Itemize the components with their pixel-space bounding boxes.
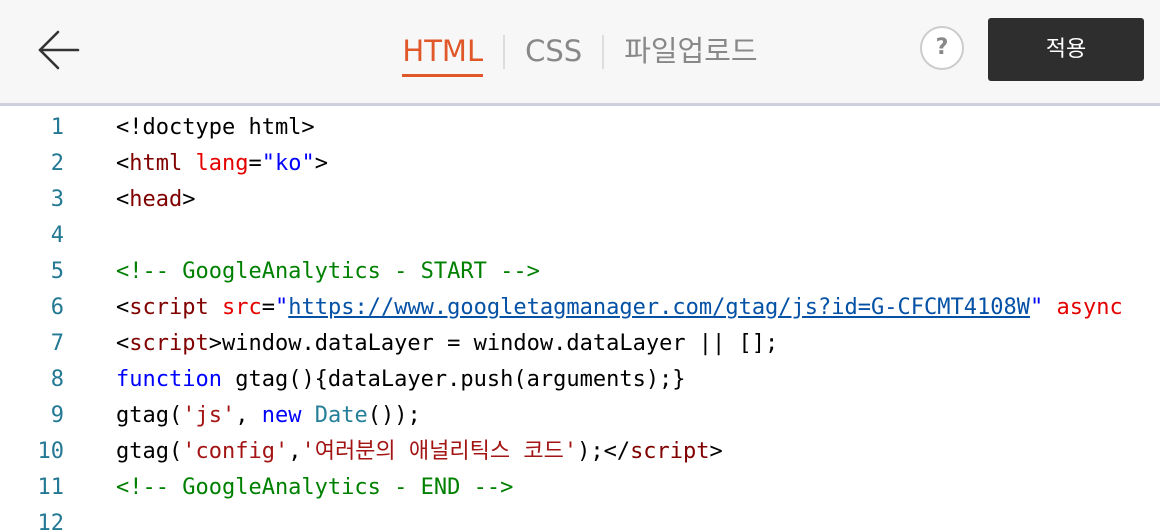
editor-toolbar: HTML CSS 파일업로드 ? 적용 [0, 0, 1160, 106]
code-token: head [129, 187, 183, 212]
code-token: " [1029, 295, 1044, 320]
code-text: <!-- GoogleAnalytics - START --> [116, 254, 540, 290]
line-number: 5 [50, 259, 64, 284]
code-token: script [129, 295, 209, 320]
code-text: <head> [116, 182, 195, 218]
code-line[interactable]: 7 <script>window.dataLayer = window.dataL… [0, 326, 1160, 362]
code-token: <!-- GoogleAnalytics - END --> [116, 475, 514, 500]
code-token: ()); [367, 403, 421, 428]
code-line[interactable]: 3 <head> [0, 182, 1160, 218]
line-number: 9 [50, 403, 64, 428]
code-token: );</ [577, 439, 631, 464]
code-token: gtag( [116, 439, 183, 464]
code-token: new [261, 403, 302, 428]
code-text: <!doctype html> [116, 110, 315, 146]
code-text: <script src="https://www.googletagmanage… [116, 290, 1123, 326]
code-token: function [116, 367, 222, 392]
code-token: > [182, 187, 196, 212]
code-token: '여러분의 애널리틱스 코드' [301, 439, 578, 464]
code-line[interactable]: 10 gtag('config','여러분의 애널리틱스 코드');</scrip… [0, 434, 1160, 470]
code-line[interactable]: 2 <html lang="ko"> [0, 146, 1160, 182]
tab-divider [503, 35, 506, 69]
help-button[interactable]: ? [920, 26, 964, 70]
code-line[interactable]: 4 [0, 218, 1160, 254]
code-token: > [314, 151, 328, 176]
code-line[interactable]: 11 <!-- GoogleAnalytics - END --> [0, 470, 1160, 506]
tab-css[interactable]: CSS [525, 30, 582, 74]
code-editor[interactable]: 1 <!doctype html> 2 <html lang="ko"> 3 <head>… [0, 110, 1160, 530]
code-token: html [129, 151, 183, 176]
line-number: 1 [50, 115, 64, 140]
code-link[interactable]: https://www.googletagmanager.com/gtag/js… [288, 295, 1030, 320]
code-token: , [235, 403, 262, 428]
tab-file-upload[interactable]: 파일업로드 [624, 30, 757, 74]
line-number: 3 [50, 187, 64, 212]
code-line[interactable]: 9 gtag('js', new Date()); [0, 398, 1160, 434]
code-token: <!doctype html> [116, 115, 315, 140]
tab-divider [602, 35, 605, 69]
line-number: 12 [37, 511, 65, 530]
code-token: < [116, 331, 130, 356]
code-token: < [116, 151, 130, 176]
code-token: lang [195, 151, 249, 176]
line-number: 6 [50, 295, 64, 320]
line-number: 4 [50, 223, 64, 248]
code-line[interactable]: 6 <script src="https://www.googletagmanag… [0, 290, 1160, 326]
code-token: script [630, 439, 710, 464]
line-number: 10 [37, 439, 65, 464]
tab-bar: HTML CSS 파일업로드 [0, 30, 1160, 78]
code-line[interactable]: 5 <!-- GoogleAnalytics - START --> [0, 254, 1160, 290]
code-token: src [221, 295, 262, 320]
code-token: async [1056, 295, 1123, 320]
code-token: >window.dataLayer = window.dataLayer || … [208, 331, 779, 356]
code-token: < [116, 187, 130, 212]
line-number: 7 [50, 331, 64, 356]
code-line[interactable]: 12 [0, 506, 1160, 530]
help-icon: ? [935, 35, 949, 60]
code-token: Date [314, 403, 368, 428]
code-text: function gtag(){dataLayer.push(arguments… [116, 362, 686, 398]
code-text: <script>window.dataLayer = window.dataLa… [116, 326, 778, 362]
code-text: <!-- GoogleAnalytics - END --> [116, 470, 513, 506]
code-token: 'js' [182, 403, 236, 428]
code-token: gtag(){dataLayer.push(arguments);} [221, 367, 686, 392]
code-text: <html lang="ko"> [116, 146, 328, 182]
code-token: > [709, 439, 723, 464]
tab-html[interactable]: HTML [402, 30, 484, 77]
line-number: 8 [50, 367, 64, 392]
code-token: gtag( [116, 403, 183, 428]
code-token: <!-- GoogleAnalytics - START --> [116, 259, 540, 284]
code-token: < [116, 295, 130, 320]
code-text: gtag('js', new Date()); [116, 398, 421, 434]
code-line[interactable]: 8 function gtag(){dataLayer.push(argument… [0, 362, 1160, 398]
code-token: " [274, 295, 289, 320]
code-token: = [248, 151, 262, 176]
code-token: = [261, 295, 275, 320]
code-token: 'config' [182, 439, 289, 464]
code-token: script [129, 331, 209, 356]
line-number: 2 [50, 151, 64, 176]
line-number: 11 [37, 475, 65, 500]
code-line[interactable]: 1 <!doctype html> [0, 110, 1160, 146]
apply-button[interactable]: 적용 [988, 18, 1144, 81]
code-token: , [288, 439, 302, 464]
code-text: gtag('config','여러분의 애널리틱스 코드');</script> [116, 434, 723, 470]
code-token: "ko" [261, 151, 315, 176]
